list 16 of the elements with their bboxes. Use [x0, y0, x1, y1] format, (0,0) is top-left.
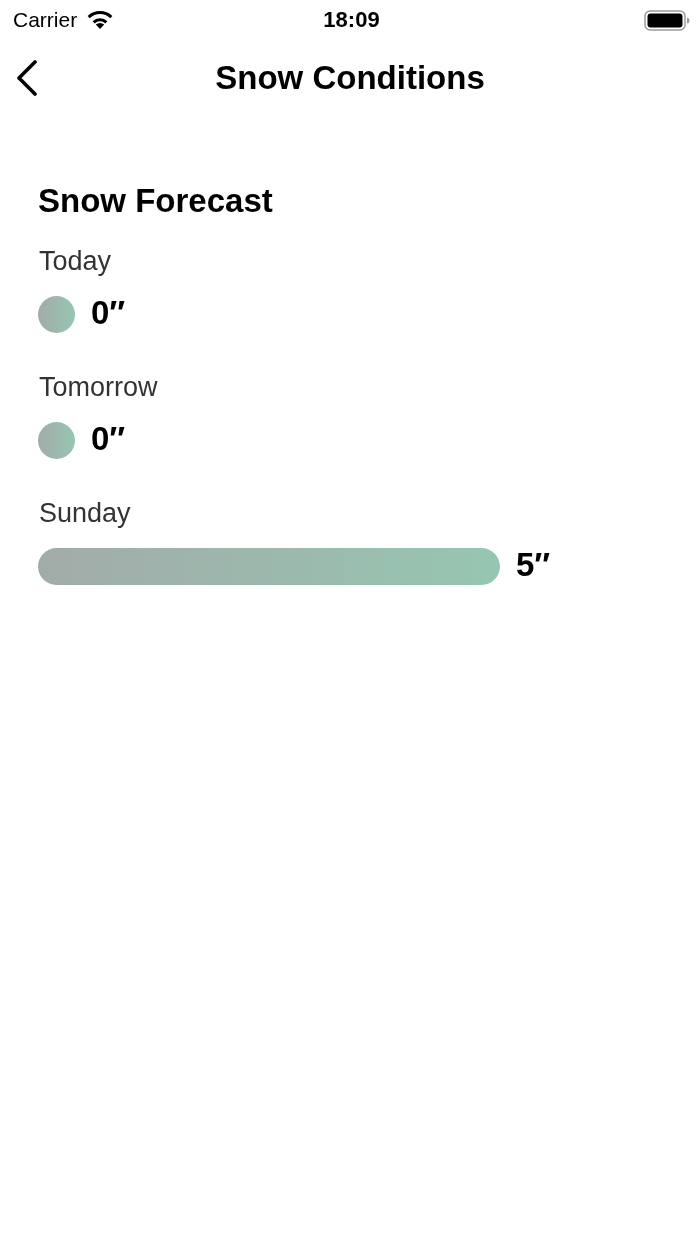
- screen-title: Snow Conditions: [215, 57, 485, 98]
- chevron-left-icon: [16, 59, 38, 96]
- wifi-icon: [87, 9, 114, 29]
- day-label: Sunday: [39, 498, 131, 528]
- carrier-name: Carrier: [13, 8, 78, 32]
- day-label: Today: [39, 246, 112, 276]
- snow-amount: 0″: [91, 420, 126, 457]
- snow-bar: [38, 422, 75, 459]
- chart-title: Snow Forecast: [38, 181, 273, 221]
- day-label: Tomorrow: [39, 372, 158, 402]
- snow-bar: [38, 296, 75, 333]
- snow-amount: 0″: [91, 294, 126, 331]
- battery-icon: [644, 9, 690, 31]
- clock-time: 18:09: [323, 8, 380, 32]
- snow-amount: 5″: [516, 546, 551, 583]
- back-button[interactable]: [16, 59, 38, 96]
